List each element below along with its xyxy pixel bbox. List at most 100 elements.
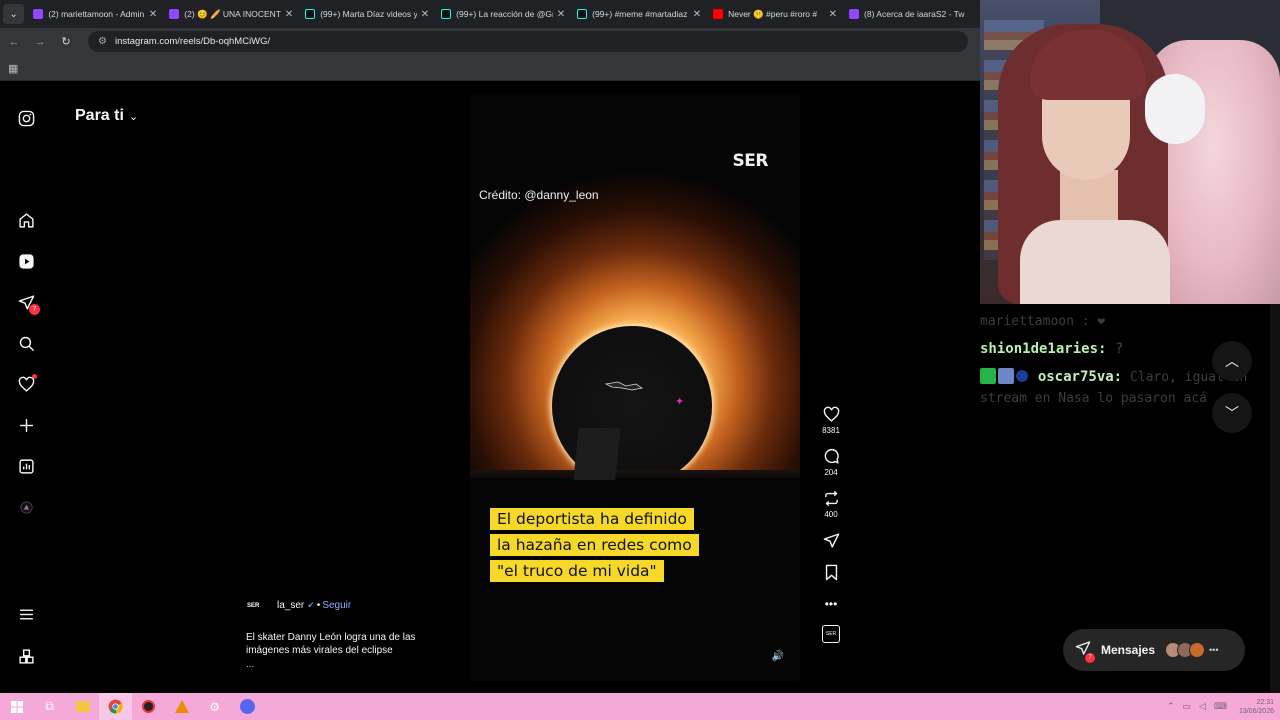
messages-icon[interactable]: 7 xyxy=(17,293,40,315)
network-icon[interactable]: ▭ xyxy=(1183,701,1192,712)
tiktok-favicon-icon xyxy=(577,9,588,19)
page-scrollbar[interactable] xyxy=(1270,304,1280,694)
avatar xyxy=(1189,642,1206,658)
tab-search-button[interactable]: ⌄ xyxy=(3,4,25,24)
messages-badge: 7 xyxy=(1085,653,1095,663)
close-tab-icon[interactable]: ✕ xyxy=(829,9,837,20)
tab-title: (2) 😊 🥖 UNA INOCENTE xyxy=(184,8,281,19)
close-tab-icon[interactable]: ✕ xyxy=(149,9,157,20)
app-icon[interactable] xyxy=(132,693,165,720)
feed-selector[interactable]: Para ti ⌄ xyxy=(75,107,138,125)
home-icon[interactable] xyxy=(17,211,35,229)
back-arrow-icon[interactable]: ← xyxy=(2,36,26,48)
browser-tab[interactable]: (99+) La reacción de @Gr ✕ xyxy=(436,3,570,25)
forward-arrow-icon[interactable]: → xyxy=(28,36,52,48)
nasa-badge-icon xyxy=(1016,370,1028,382)
reel-author: SER la_ser ✔ • Seguir xyxy=(247,600,351,611)
volume-icon[interactable]: 🔊 xyxy=(772,651,784,662)
follow-button[interactable]: Seguir xyxy=(322,600,351,611)
chat-message: mariettamoon : ❤ xyxy=(980,314,1105,329)
chevron-down-icon: ⌄ xyxy=(128,111,139,123)
more-menu-icon[interactable] xyxy=(17,605,35,623)
more-options-button[interactable]: ••• xyxy=(816,593,846,615)
also-from-meta-icon[interactable] xyxy=(17,647,35,665)
comment-count: 204 xyxy=(824,468,838,477)
instagram-logo-icon[interactable] xyxy=(17,109,35,127)
file-explorer-icon[interactable] xyxy=(66,693,99,720)
direct-message-icon: 7 xyxy=(1075,640,1095,663)
verified-badge-icon: ✔ xyxy=(307,600,315,610)
ellipsis-icon: ••• xyxy=(824,597,838,611)
reload-icon[interactable]: ↻ xyxy=(54,35,78,48)
chrome-icon[interactable] xyxy=(99,693,132,720)
author-avatar[interactable]: SER xyxy=(247,603,267,609)
show-more-button[interactable]: ... xyxy=(246,659,254,670)
tab-title: (99+) Marta Díaz videos y xyxy=(320,9,417,19)
discord-icon[interactable] xyxy=(231,693,264,720)
author-name[interactable]: la_ser xyxy=(277,600,304,611)
share-button[interactable] xyxy=(816,529,846,551)
browser-tab[interactable]: (8) Acerca de iaaraS2 - Tw xyxy=(844,3,978,25)
windows-taskbar: ⧉ ⚙ ⌃ ▭ ◁ ⌨ 22:31 13/06/2026 xyxy=(0,693,1280,720)
apps-grid-icon[interactable]: ▦ xyxy=(8,62,18,75)
repost-count: 400 xyxy=(824,510,838,519)
browser-tab[interactable]: (2) 😊 🥖 UNA INOCENTE ✕ xyxy=(164,3,298,25)
vlc-icon[interactable] xyxy=(165,693,198,720)
tab-title: (2) mariettamoon - Admin xyxy=(48,9,145,19)
address-bar[interactable]: ⚙ instagram.com/reels/Db-oqhMCiWG/ xyxy=(88,31,968,52)
chat-user: shion1de1aries: xyxy=(980,341,1107,357)
close-tab-icon[interactable]: ✕ xyxy=(285,9,293,20)
video-caption: El deportista ha definido la hazaña en r… xyxy=(490,508,750,586)
notification-dot xyxy=(32,374,37,379)
close-tab-icon[interactable]: ✕ xyxy=(693,9,701,20)
tab-title: (99+) La reacción de @Gr xyxy=(456,9,553,19)
browser-tab[interactable]: (99+) Marta Díaz videos y ✕ xyxy=(300,3,434,25)
settings-icon[interactable]: ⚙ xyxy=(198,693,231,720)
create-plus-icon[interactable] xyxy=(17,416,35,434)
audio-button[interactable]: SER xyxy=(816,625,846,643)
browser-toolbar: ← → ↻ ⚙ instagram.com/reels/Db-oqhMCiWG/ xyxy=(0,28,980,55)
bookmarks-bar: ▦ xyxy=(0,55,980,81)
mouse-cursor-icon: ✦ xyxy=(675,396,685,408)
chevron-up-icon: ︿ xyxy=(1225,353,1239,369)
tab-title: (8) Acerca de iaaraS2 - Tw xyxy=(864,9,965,19)
dashboard-icon[interactable] xyxy=(17,457,35,475)
caption-line: "el truco de mi vida" xyxy=(490,560,664,582)
repost-button[interactable]: 400 xyxy=(816,487,846,519)
messages-button[interactable]: 7 Mensajes ••• xyxy=(1063,629,1245,671)
caption-line: la hazaña en redes como xyxy=(490,534,699,556)
browser-tab[interactable]: (99+) #meme #martadiaz ✕ xyxy=(572,3,706,25)
save-button[interactable] xyxy=(816,561,846,583)
comment-icon xyxy=(823,445,840,467)
volume-icon[interactable]: ◁ xyxy=(1199,701,1206,712)
site-info-icon[interactable]: ⚙ xyxy=(98,36,107,47)
tab-title: Never 🤫 #peru #roro # xyxy=(728,8,818,19)
separator: • xyxy=(316,600,321,611)
task-view-icon[interactable]: ⧉ xyxy=(33,693,66,720)
close-tab-icon[interactable]: ✕ xyxy=(421,9,429,20)
check-badge-icon xyxy=(980,368,996,384)
repost-icon xyxy=(823,487,840,509)
message-avatars xyxy=(1165,642,1206,658)
reels-icon[interactable] xyxy=(17,252,35,270)
reel-video[interactable]: ✦ SER Crédito: @danny_leon El deportista… xyxy=(470,94,800,681)
browser-tab[interactable]: Never 🤫 #peru #roro # ✕ xyxy=(708,3,842,25)
language-icon[interactable]: ⌨ xyxy=(1214,701,1227,712)
system-tray: ⌃ ▭ ◁ ⌨ 22:31 13/06/2026 xyxy=(1167,693,1274,720)
next-reel-button[interactable]: ﹀ xyxy=(1212,393,1252,433)
close-tab-icon[interactable]: ✕ xyxy=(557,9,565,20)
skater-silhouette xyxy=(604,381,644,391)
tiktok-favicon-icon xyxy=(305,9,316,19)
previous-reel-button[interactable]: ︿ xyxy=(1212,341,1252,381)
chat-message: shion1de1aries: ? xyxy=(980,341,1123,357)
profile-avatar-icon[interactable] xyxy=(17,498,35,516)
like-button[interactable]: 8381 xyxy=(816,403,846,435)
chevron-down-icon: ﹀ xyxy=(1225,405,1239,421)
browser-tab[interactable]: (2) mariettamoon - Admin ✕ xyxy=(28,3,162,25)
tray-chevron-icon[interactable]: ⌃ xyxy=(1167,701,1175,712)
notifications-heart-icon[interactable] xyxy=(17,374,37,393)
comment-button[interactable]: 204 xyxy=(816,445,846,477)
system-clock[interactable]: 22:31 13/06/2026 xyxy=(1239,698,1274,716)
search-icon[interactable] xyxy=(17,334,35,352)
start-icon[interactable] xyxy=(0,693,33,720)
